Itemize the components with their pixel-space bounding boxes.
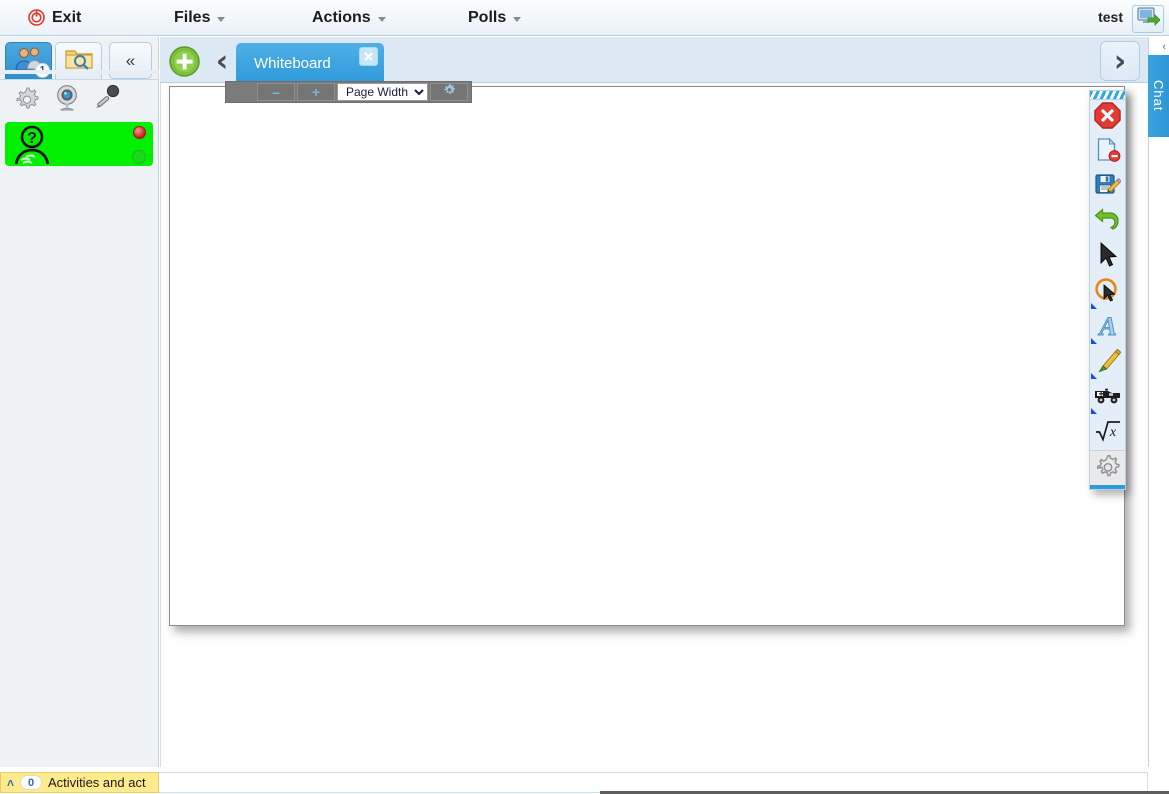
gear-icon bbox=[1095, 453, 1121, 484]
drag-handle-icon[interactable] bbox=[1090, 91, 1125, 100]
tool-save-page[interactable] bbox=[1090, 170, 1125, 205]
zoom-toolbar-handle[interactable] bbox=[229, 82, 255, 102]
submenu-indicator-icon bbox=[1091, 338, 1097, 344]
tool-math[interactable]: x bbox=[1090, 415, 1125, 450]
red-dot-icon bbox=[133, 126, 146, 139]
tab-scroll-right-button[interactable]: › bbox=[1100, 41, 1140, 81]
add-page-button[interactable] bbox=[169, 46, 200, 77]
tab-scroll-left-button[interactable]: ‹ bbox=[204, 43, 240, 79]
tool-delete-page[interactable] bbox=[1090, 135, 1125, 170]
gear-icon bbox=[13, 84, 41, 117]
chevron-down-icon bbox=[513, 17, 522, 22]
undo-arrow-icon bbox=[1094, 208, 1121, 237]
chevron-left-icon: ‹ bbox=[215, 43, 229, 79]
svg-text:A: A bbox=[1097, 312, 1116, 338]
whiteboard-canvas[interactable] bbox=[169, 86, 1125, 626]
bottom-status-bar: ˄ 0 Activities and act bbox=[0, 767, 1169, 794]
chat-collapse-button[interactable]: ‹ bbox=[1162, 41, 1166, 53]
webcam-icon bbox=[54, 84, 80, 117]
sidebar-tool-row bbox=[0, 79, 158, 119]
menu-actions-label: Actions bbox=[312, 9, 371, 26]
green-dot-icon bbox=[132, 150, 146, 164]
question-avatar-icon: ? bbox=[13, 124, 63, 166]
microphone-icon bbox=[92, 84, 122, 117]
sidebar-settings-button[interactable] bbox=[10, 84, 44, 118]
sidebar-microphone-button[interactable] bbox=[90, 84, 124, 118]
zoom-out-button[interactable]: – bbox=[257, 83, 295, 101]
menu-actions[interactable]: Actions bbox=[306, 0, 392, 36]
tool-pencil[interactable] bbox=[1090, 345, 1125, 380]
zoom-toolbar: – + Page Width bbox=[225, 81, 472, 103]
tool-whiteboard-settings[interactable] bbox=[1090, 450, 1125, 485]
tool-text[interactable]: A bbox=[1090, 310, 1125, 345]
pencil-icon bbox=[1094, 347, 1122, 378]
whiteboard-tool-palette: A x bbox=[1089, 90, 1126, 490]
current-user-name: test bbox=[1098, 9, 1123, 25]
participant-row[interactable]: ? bbox=[5, 122, 153, 166]
chevron-down-icon bbox=[217, 17, 226, 22]
select-lasso-icon bbox=[1094, 277, 1121, 309]
minus-icon: – bbox=[272, 84, 280, 100]
menu-files-label: Files bbox=[174, 9, 211, 26]
submenu-indicator-icon bbox=[1091, 408, 1097, 414]
svg-text:?: ? bbox=[27, 130, 37, 147]
stop-x-icon bbox=[1094, 101, 1121, 134]
tool-close-whiteboard[interactable] bbox=[1090, 100, 1125, 135]
activities-label: Activities and act bbox=[48, 775, 146, 790]
submenu-indicator-icon bbox=[1091, 373, 1097, 379]
chat-tab-label: Chat bbox=[1151, 80, 1166, 112]
chevron-down-icon bbox=[377, 17, 386, 22]
exit-button[interactable]: Exit bbox=[22, 0, 87, 36]
close-icon[interactable] bbox=[359, 47, 378, 66]
submenu-indicator-icon bbox=[1091, 303, 1097, 309]
tool-clipart[interactable] bbox=[1090, 380, 1125, 415]
zoom-settings-button[interactable] bbox=[430, 83, 468, 101]
tool-undo[interactable] bbox=[1090, 205, 1125, 240]
plus-icon: + bbox=[311, 84, 321, 100]
tab-whiteboard-label: Whiteboard bbox=[254, 54, 331, 72]
whiteboard-area: – + Page Width bbox=[160, 81, 1148, 794]
activities-count-badge: 0 bbox=[20, 775, 43, 790]
power-icon bbox=[28, 9, 45, 26]
menu-polls-label: Polls bbox=[468, 9, 507, 26]
tab-whiteboard[interactable]: Whiteboard bbox=[236, 43, 384, 83]
chevron-up-icon: ˄ bbox=[7, 775, 15, 790]
whiteboard-tab-strip: ‹ Whiteboard › bbox=[160, 37, 1148, 83]
chevron-left-icon: ‹ bbox=[1162, 41, 1166, 53]
svg-text:x: x bbox=[1108, 425, 1116, 440]
cursor-arrow-icon bbox=[1098, 241, 1118, 273]
share-screen-button[interactable] bbox=[1132, 5, 1164, 33]
chevron-right-icon: › bbox=[1113, 43, 1127, 79]
tool-pointer[interactable] bbox=[1090, 240, 1125, 275]
exit-label: Exit bbox=[52, 8, 82, 26]
menu-files[interactable]: Files bbox=[168, 0, 231, 36]
chevron-double-left-icon: « bbox=[125, 50, 136, 70]
palette-bottom-accent bbox=[1090, 485, 1125, 489]
tool-select-object[interactable] bbox=[1090, 275, 1125, 310]
screen-share-icon bbox=[1136, 6, 1161, 32]
left-sidebar: 1 « bbox=[0, 37, 159, 768]
activities-status-bar[interactable]: ˄ 0 Activities and act bbox=[0, 772, 159, 793]
chat-tab[interactable]: Chat bbox=[1148, 55, 1169, 137]
gear-icon bbox=[443, 83, 456, 101]
sidebar-divider bbox=[0, 70, 159, 74]
save-edit-icon bbox=[1094, 172, 1122, 203]
chat-panel: ‹ Chat bbox=[1148, 37, 1169, 794]
sqrt-x-icon: x bbox=[1094, 418, 1122, 447]
page-delete-icon bbox=[1095, 137, 1121, 168]
menu-polls[interactable]: Polls bbox=[462, 0, 527, 36]
top-menu-bar: Exit Files Actions Polls test bbox=[0, 0, 1169, 36]
sidebar-webcam-button[interactable] bbox=[50, 84, 84, 118]
clipart-ambulance-icon bbox=[1094, 385, 1122, 410]
status-bar-filler bbox=[159, 772, 1148, 793]
text-a-icon: A bbox=[1096, 312, 1120, 343]
zoom-mode-select[interactable]: Page Width bbox=[337, 83, 428, 101]
zoom-in-button[interactable]: + bbox=[297, 83, 335, 101]
